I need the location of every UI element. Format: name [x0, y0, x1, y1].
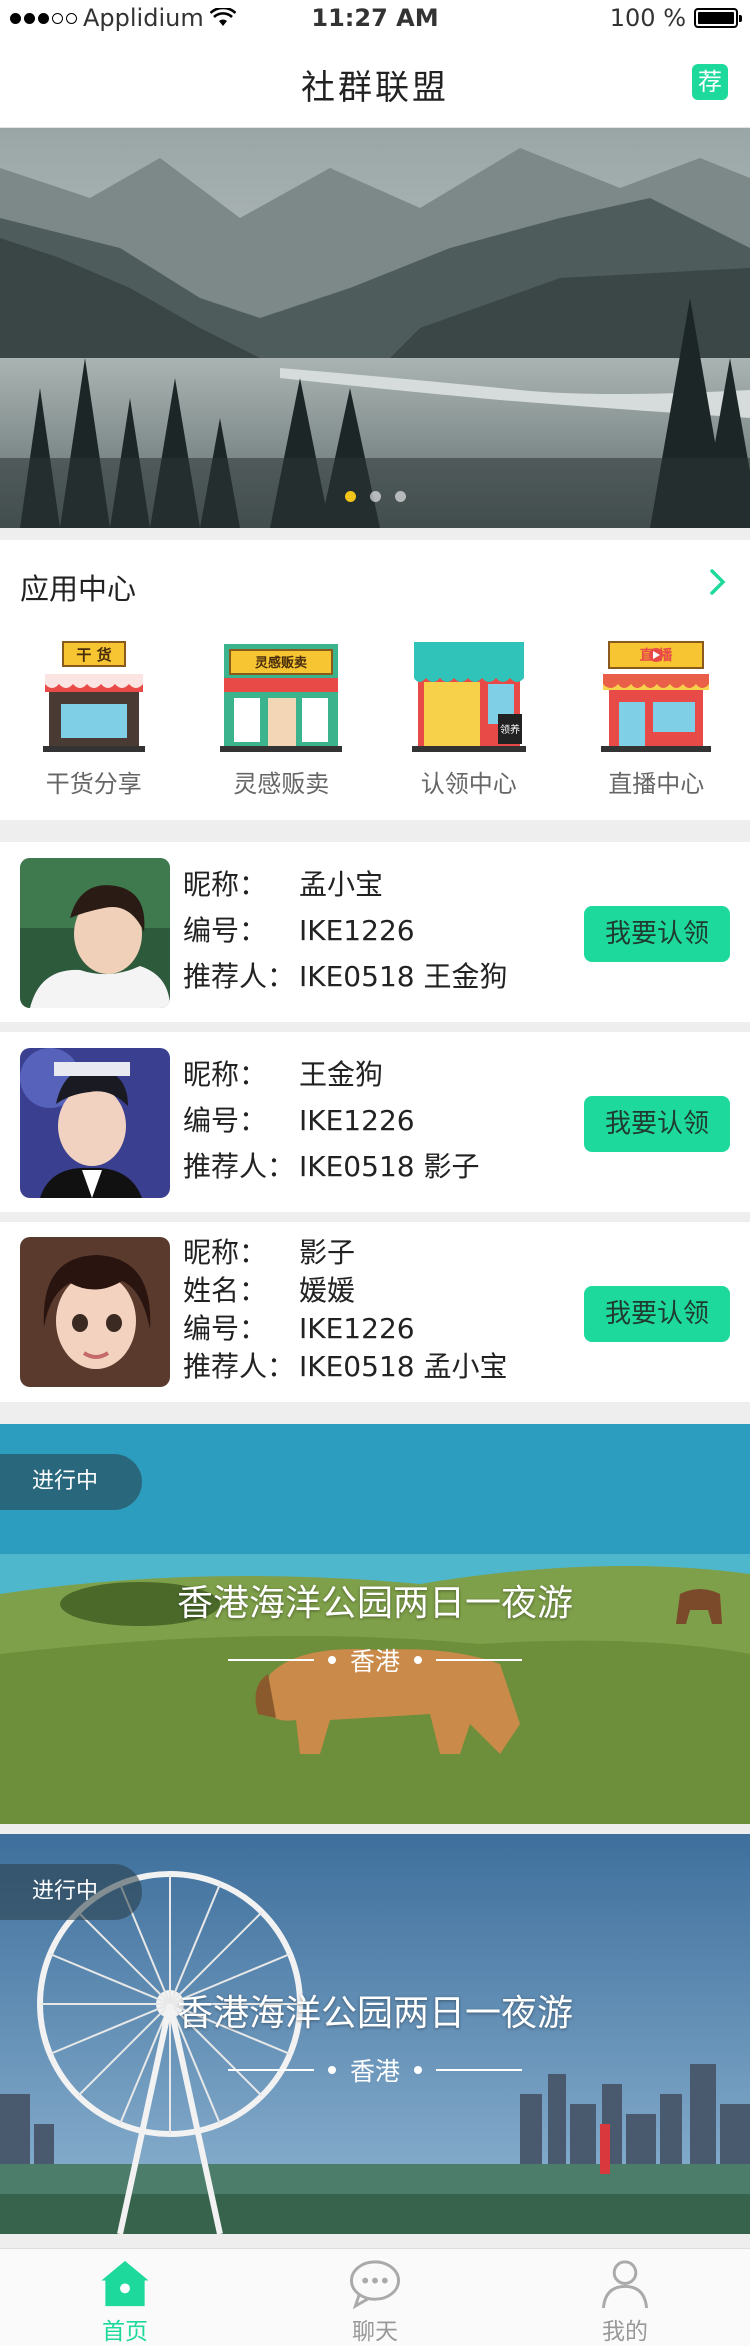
field-label: 姓名：	[183, 1274, 268, 1307]
field-value: 影子	[299, 1236, 356, 1269]
trip-location: 香港	[0, 2052, 750, 2088]
field-value: IKE1226	[299, 914, 415, 947]
field-value: 孟小宝	[299, 868, 384, 901]
status-bar: Applidium 11:27 AM 100 %	[0, 0, 750, 40]
store-sign-text: 灵感贩卖	[255, 655, 307, 671]
app-label: 认领中心	[420, 770, 517, 798]
claim-button[interactable]: 我要认领	[584, 1096, 730, 1152]
store-icon: 灵感贩卖	[220, 644, 343, 752]
app-center: 应用中心 干 货 干货分享 灵感贩卖 灵感贩卖 领养 认领中心 直 播 直播中心	[0, 540, 750, 820]
avatar	[20, 858, 170, 1008]
tab-profile[interactable]: 我的	[500, 2249, 750, 2346]
claim-button[interactable]: 我要认领	[584, 1286, 730, 1342]
chat-icon	[349, 2260, 401, 2310]
status-badge: 进行中	[0, 1454, 142, 1510]
member-info: 昵称： 孟小宝 编号： IKE1226 推荐人： IKE0518 王金狗	[183, 866, 507, 996]
banner-carousel[interactable]	[0, 128, 750, 528]
field-value: IKE0518 王金狗	[299, 960, 508, 993]
app-item-dry-goods[interactable]: 干 货 干货分享	[0, 634, 188, 799]
field-label: 编号：	[183, 914, 268, 947]
field-label: 编号：	[183, 1104, 268, 1137]
trip-title: 香港海洋公园两日一夜游	[176, 1583, 573, 1624]
app-label: 直播中心	[608, 770, 705, 798]
member-card: 昵称： 王金狗 编号： IKE1226 推荐人： IKE0518 影子 我要认领	[0, 1032, 750, 1212]
member-card: 昵称： 孟小宝 编号： IKE1226 推荐人： IKE0518 王金狗 我要认领	[0, 842, 750, 1022]
field-label: 推荐人：	[183, 1150, 296, 1183]
tab-bar: 首页 聊天 我的	[0, 2248, 750, 2346]
field-value: IKE1226	[299, 1312, 415, 1345]
app-label: 灵感贩卖	[233, 770, 330, 798]
home-icon	[101, 2260, 149, 2307]
page-title: 社群联盟	[301, 68, 449, 108]
shop-icon: 干 货	[42, 641, 145, 752]
tab-label: 我的	[602, 2319, 648, 2345]
claim-button[interactable]: 我要认领	[584, 906, 730, 962]
tab-label: 聊天	[352, 2319, 398, 2345]
member-card: 昵称： 影子 姓名： 媛媛 编号： IKE1226 推荐人： IKE0518 孟小宝 我…	[0, 1222, 750, 1402]
field-value: 王金狗	[299, 1058, 384, 1091]
status-badge: 进行中	[0, 1864, 142, 1920]
avatar	[20, 1048, 170, 1198]
field-value: IKE1226	[299, 1104, 415, 1137]
nav-bar: 社群联盟 荐	[0, 40, 750, 128]
member-info: 昵称： 王金狗 编号： IKE1226 推荐人： IKE0518 影子	[183, 1056, 479, 1186]
trip-location: 香港	[0, 1642, 750, 1678]
shop-sign-text: 干 货	[76, 646, 111, 664]
app-label: 干货分享	[45, 770, 142, 798]
kiosk-icon: 领养	[411, 642, 526, 752]
field-value: 媛媛	[299, 1274, 356, 1307]
location-label: 香港	[349, 2057, 400, 2086]
trip-card[interactable]: 进行中 香港海洋公园两日一夜游 香港	[0, 1424, 750, 1824]
battery-icon	[694, 8, 742, 28]
section-title: 应用中心	[20, 572, 137, 606]
profile-icon	[601, 2260, 649, 2309]
avatar	[20, 1237, 170, 1387]
kiosk-sign-text: 领养	[500, 723, 520, 736]
banner-image	[0, 128, 750, 528]
tab-home[interactable]: 首页	[0, 2249, 250, 2346]
field-label: 昵称：	[183, 1236, 268, 1269]
carousel-pager[interactable]	[0, 491, 750, 502]
location-label: 香港	[349, 1647, 400, 1676]
trip-card[interactable]: 进行中 香港海洋公园两日一夜游 香港	[0, 1834, 750, 2234]
field-value: IKE0518 影子	[299, 1150, 480, 1183]
recommend-button[interactable]: 荐	[692, 64, 728, 100]
app-item-live[interactable]: 直 播 直播中心	[563, 634, 750, 799]
field-label: 昵称：	[183, 1058, 268, 1091]
chevron-right-icon[interactable]	[708, 568, 728, 596]
app-item-inspiration[interactable]: 灵感贩卖 灵感贩卖	[188, 634, 376, 799]
live-store-icon: 直 播	[601, 641, 712, 752]
tab-label: 首页	[102, 2319, 148, 2345]
trip-title: 香港海洋公园两日一夜游	[176, 1993, 573, 2034]
field-label: 编号：	[183, 1312, 268, 1345]
member-info: 昵称： 影子 姓名： 媛媛 编号： IKE1226 推荐人： IKE0518 孟小宝	[183, 1234, 507, 1386]
field-value: IKE0518 孟小宝	[299, 1350, 508, 1383]
field-label: 推荐人：	[183, 1350, 296, 1383]
app-item-adoption[interactable]: 领养 认领中心	[375, 634, 563, 799]
tab-chat[interactable]: 聊天	[250, 2249, 500, 2346]
battery-percent: 100 %	[609, 4, 686, 32]
field-label: 推荐人：	[183, 960, 296, 993]
field-label: 昵称：	[183, 868, 268, 901]
